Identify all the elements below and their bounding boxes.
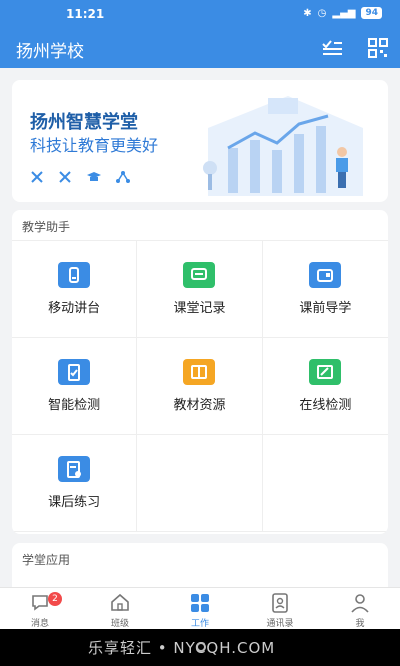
tools-icon [59, 171, 71, 183]
tool-smart-test[interactable]: 智能检测 [12, 338, 138, 435]
system-nav-bar: 乐享轻汇 • NYCQH.COM [0, 629, 400, 666]
online-test-icon [309, 359, 342, 385]
tab-class-home[interactable]: 班级 [80, 588, 160, 629]
empty-cell [262, 435, 388, 532]
homework-icon [58, 456, 91, 482]
contacts-icon [272, 593, 288, 613]
tool-label: 课后练习 [48, 495, 101, 510]
profile-icon [351, 594, 369, 613]
bottom-tab-bar: 消息 2 班级 工作 通讯录 我 [0, 587, 400, 629]
section-title-teaching: 教学助手 [22, 220, 71, 234]
education-growth-illustration [203, 96, 363, 196]
section-title-apps: 学堂应用 [22, 553, 71, 567]
tool-online-test[interactable]: 在线检测 [262, 338, 388, 435]
alarm-icon: ◷ [317, 7, 327, 19]
dna-icon [31, 171, 43, 183]
home-nav-icon[interactable] [196, 642, 206, 652]
tool-label: 教材资源 [173, 398, 226, 413]
work-grid-icon [191, 594, 209, 612]
status-bar: 11:21 ✱ ◷ ▂▄▆ 94 [0, 0, 400, 28]
mobile-podium-icon [58, 262, 91, 288]
banner-subtitle: 科技让教育更美好 [30, 136, 159, 155]
status-time: 11:21 [66, 7, 105, 21]
tool-mobile-podium[interactable]: 移动讲台 [12, 241, 138, 338]
tool-homework[interactable]: 课后练习 [12, 435, 138, 532]
bluetooth-icon: ✱ [303, 7, 312, 19]
tab-label: 工作 [190, 619, 209, 629]
teaching-grid: 移动讲台 课堂记录 课前导学智能检测 教材资源 在线检测课后练习 [12, 240, 388, 532]
tool-label: 在线检测 [299, 398, 352, 413]
banner-title: 扬州智慧学堂 [30, 112, 138, 133]
smart-test-icon [58, 359, 91, 385]
watermark-text: 乐享轻汇 • NYCQH.COM [88, 639, 276, 657]
grid-scan-icon [368, 38, 388, 58]
preview-guide-icon [309, 262, 342, 288]
teaching-assistant-section: 教学助手 移动讲台 课堂记录 课前导学智能检测 教材资源 在线检测课后练习 [12, 210, 388, 534]
tab-label: 消息 [30, 619, 49, 629]
battery-indicator: 94 [361, 7, 382, 19]
tool-preview-guide[interactable]: 课前导学 [262, 241, 388, 338]
network-icon [116, 171, 130, 183]
tool-label: 移动讲台 [48, 301, 101, 316]
promo-banner[interactable]: 扬州智慧学堂 科技让教育更美好 [12, 80, 388, 202]
checklist-icon [322, 40, 342, 55]
unread-badge: 2 [48, 592, 62, 606]
tab-profile[interactable]: 我 [320, 588, 400, 629]
graduation-cap-icon [87, 172, 101, 181]
tool-label: 课前导学 [299, 301, 352, 316]
app-bar: 扬州学校 [0, 28, 400, 68]
scan-button[interactable] [366, 36, 390, 60]
tool-label: 课堂记录 [173, 301, 226, 316]
tool-label: 智能检测 [48, 398, 101, 413]
empty-cell [137, 435, 263, 532]
status-icons: ✱ ◷ ▂▄▆ 94 [303, 7, 382, 19]
page-title: 扬州学校 [16, 42, 84, 62]
class-home-icon [111, 593, 129, 611]
tool-class-record[interactable]: 课堂记录 [137, 241, 263, 338]
tool-textbook[interactable]: 教材资源 [137, 338, 263, 435]
tab-work-grid[interactable]: 工作 [160, 588, 240, 629]
banner-mini-icons [30, 170, 130, 184]
textbook-icon [183, 359, 216, 385]
tab-label: 我 [355, 619, 365, 629]
tab-label: 通讯录 [266, 619, 294, 629]
tab-label: 班级 [110, 619, 129, 629]
signal-icon: ▂▄▆ [332, 7, 356, 19]
tab-message[interactable]: 消息 2 [0, 588, 80, 629]
class-record-icon [183, 262, 216, 288]
tab-contacts[interactable]: 通讯录 [240, 588, 320, 629]
checklist-button[interactable] [320, 36, 344, 60]
